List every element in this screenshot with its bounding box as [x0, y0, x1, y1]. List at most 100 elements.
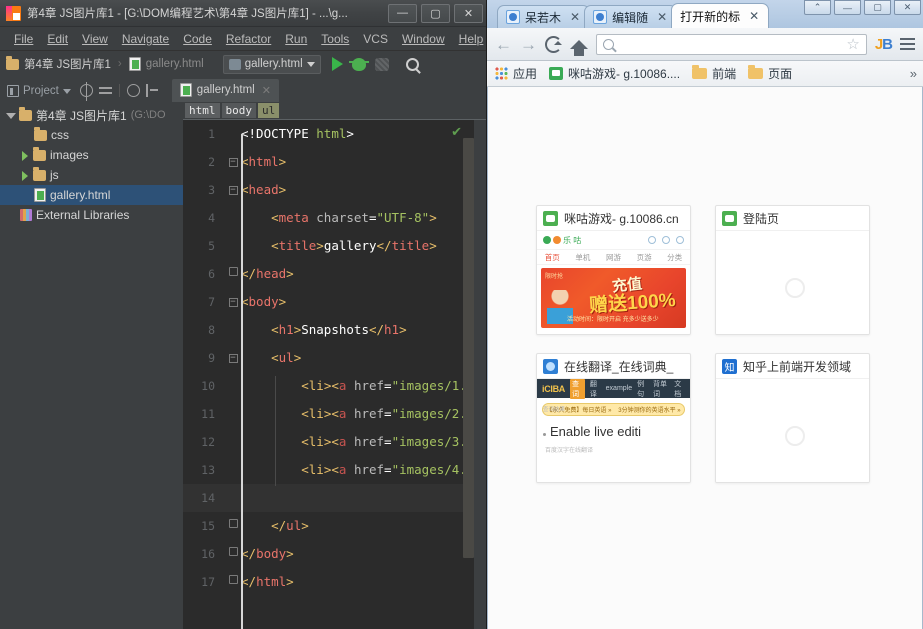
bookmark-star-icon[interactable]: ☆: [846, 35, 859, 53]
fold-gutter-marker[interactable]: [225, 540, 241, 568]
fold-gutter-marker[interactable]: −: [225, 344, 241, 372]
tile-zhihu[interactable]: 知 知乎上前端开发领域: [715, 353, 870, 483]
debug-button[interactable]: [348, 57, 369, 71]
bookmark-migu[interactable]: 咪咕游戏- g.10086....: [549, 65, 680, 82]
run-configuration-selector[interactable]: gallery.html: [222, 54, 321, 74]
menu-hamburger-icon[interactable]: [900, 38, 915, 50]
line-number: 10: [201, 379, 215, 393]
browser-tab-0[interactable]: 呆若木 ✕: [497, 5, 591, 28]
ide-minimize-button[interactable]: —: [388, 3, 417, 23]
code-line[interactable]: 6 </head>: [183, 260, 486, 288]
menu-view[interactable]: View: [75, 30, 115, 48]
menu-vcs[interactable]: VCS: [356, 30, 395, 48]
tree-node-css[interactable]: css: [0, 125, 183, 145]
reload-icon[interactable]: [545, 35, 562, 53]
browser-close-button[interactable]: ✕: [894, 0, 921, 15]
breadcrumb-body[interactable]: body: [221, 103, 256, 118]
menu-window[interactable]: Window: [395, 30, 452, 48]
fold-gutter-marker[interactable]: −: [225, 148, 241, 176]
chevron-down-icon[interactable]: [6, 111, 16, 120]
code-line[interactable]: 2− <html>: [183, 148, 486, 176]
tile-login-page[interactable]: 登陆页: [715, 205, 870, 335]
chevron-right-icon[interactable]: [20, 150, 29, 161]
menu-run[interactable]: Run: [278, 30, 314, 48]
browser-tab-2[interactable]: 打开新的标 ✕: [671, 3, 770, 28]
tree-node-external-libraries[interactable]: External Libraries: [0, 205, 183, 225]
search-everywhere-icon[interactable]: [405, 57, 419, 71]
tree-node-gallery-html[interactable]: gallery.html: [0, 185, 183, 205]
close-icon[interactable]: ✕: [745, 9, 759, 23]
profile-avatar[interactable]: JB: [875, 36, 893, 53]
chevron-right-icon[interactable]: [20, 170, 29, 181]
menu-file[interactable]: File: [7, 30, 40, 48]
fold-gutter-marker[interactable]: −: [225, 288, 241, 316]
scroll-from-source-icon[interactable]: [79, 82, 93, 101]
bookmarks-overflow-icon[interactable]: »: [910, 66, 917, 81]
close-icon[interactable]: ✕: [566, 10, 580, 24]
tree-node-js[interactable]: js: [0, 165, 183, 185]
ide-maximize-button[interactable]: ▢: [421, 3, 450, 23]
code-line[interactable]: 1 <!DOCTYPE html>: [183, 120, 486, 148]
tree-node-project-root[interactable]: 第4章 JS图片库1 (G:\DO: [0, 105, 183, 125]
project-tree-panel[interactable]: 第4章 JS图片库1 (G:\DO css images js gallery.…: [0, 102, 183, 629]
menu-navigate[interactable]: Navigate: [115, 30, 176, 48]
coverage-button[interactable]: [374, 57, 389, 71]
fold-gutter-marker[interactable]: [225, 568, 241, 596]
fold-gutter-marker[interactable]: [225, 260, 241, 288]
bookmark-folder-pages[interactable]: 页面: [748, 65, 792, 82]
address-input[interactable]: [620, 37, 841, 51]
menu-refactor[interactable]: Refactor: [219, 30, 278, 48]
close-icon[interactable]: ✕: [262, 84, 271, 97]
inspection-status-icon[interactable]: ✔: [451, 124, 462, 140]
menu-code[interactable]: Code: [176, 30, 219, 48]
browser-restore-button[interactable]: ⌃: [804, 0, 831, 15]
editor-scrollbar-thumb[interactable]: [463, 138, 474, 558]
browser-minimize-button[interactable]: —: [834, 0, 861, 15]
breadcrumb-html[interactable]: html: [185, 103, 220, 118]
bookmark-folder-frontend[interactable]: 前端: [692, 65, 736, 82]
code-line[interactable]: 10 <li><a href="images/1.: [183, 372, 486, 400]
code-line[interactable]: 16 </body>: [183, 540, 486, 568]
run-button[interactable]: [331, 57, 343, 71]
breadcrumb-ul[interactable]: ul: [258, 103, 280, 118]
code-line[interactable]: 12 <li><a href="images/3.: [183, 428, 486, 456]
home-icon[interactable]: [570, 39, 588, 56]
code-line[interactable]: 14: [183, 484, 486, 512]
gear-icon[interactable]: [126, 84, 140, 97]
code-line[interactable]: 5 <title>gallery</title>: [183, 232, 486, 260]
menu-edit[interactable]: Edit: [40, 30, 75, 48]
tile-iciba[interactable]: 在线翻译_在线词典_ iCIBA 查词 翻译 example 例句 背单词 文档…: [536, 353, 691, 483]
code-line[interactable]: 7− <body>: [183, 288, 486, 316]
navbar-project-crumb[interactable]: 第4章 JS图片库1: [24, 56, 111, 72]
tile-migu[interactable]: 咪咕游戏- g.10086.cn 乐 咕 首页 单机 网游 页游 分类 限时抢 …: [536, 205, 691, 335]
collapse-all-icon[interactable]: [98, 84, 112, 97]
close-icon[interactable]: ✕: [653, 10, 667, 24]
code-line[interactable]: 15 </ul>: [183, 512, 486, 540]
back-arrow-icon[interactable]: ←: [495, 36, 512, 53]
code-line[interactable]: 17 </html>: [183, 568, 486, 596]
browser-maximize-button[interactable]: ▢: [864, 0, 891, 15]
code-line[interactable]: 11 <li><a href="images/2.: [183, 400, 486, 428]
tree-node-images[interactable]: images: [0, 145, 183, 165]
bookmark-apps[interactable]: 应用: [495, 65, 537, 82]
fold-gutter-marker[interactable]: [225, 512, 241, 540]
code-line[interactable]: 3− <head>: [183, 176, 486, 204]
indent-guide: [275, 376, 276, 486]
fold-gutter-marker[interactable]: −: [225, 176, 241, 204]
code-line[interactable]: 8 <h1>Snapshots</h1>: [183, 316, 486, 344]
menu-tools[interactable]: Tools: [314, 30, 356, 48]
ide-close-button[interactable]: ✕: [454, 3, 483, 23]
hide-panel-icon[interactable]: [145, 84, 159, 97]
address-bar[interactable]: ☆: [596, 33, 867, 55]
forward-arrow-icon[interactable]: →: [520, 36, 537, 53]
code-text-area[interactable]: ✔ 1 <!DOCTYPE html> 2− <html> 3− <head> 4 <met…: [183, 119, 486, 629]
code-line[interactable]: 13 <li><a href="images/4.: [183, 456, 486, 484]
project-toolwindow-button[interactable]: Project: [0, 85, 77, 102]
navbar-file-crumb[interactable]: gallery.html: [146, 58, 204, 70]
editor-tab-gallery-html[interactable]: gallery.html ✕: [171, 79, 279, 102]
menu-help[interactable]: Help: [452, 30, 491, 48]
code-line[interactable]: 9− <ul>: [183, 344, 486, 372]
browser-tab-1[interactable]: 编辑随 ✕: [584, 5, 678, 28]
code-editor[interactable]: html body ul ✔ 1 <!DOCTYPE html> 2− <html> 3…: [183, 102, 486, 629]
code-line[interactable]: 4 <meta charset="UTF-8">: [183, 204, 486, 232]
